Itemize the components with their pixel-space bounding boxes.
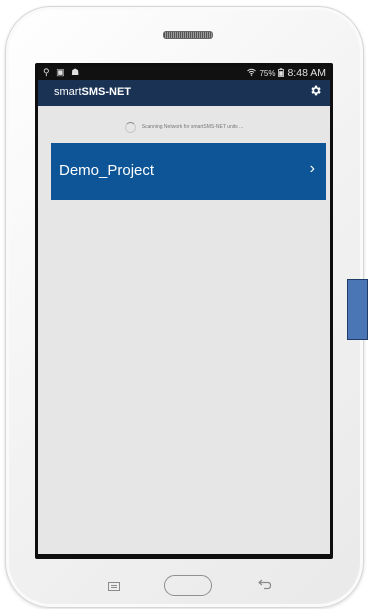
scan-status-text: Scanning Network for smartSMS-NET units … [141,124,244,130]
speaker-grille [163,31,213,39]
side-button[interactable] [347,279,368,340]
scan-status: Scanning Network for smartSMS-NET units … [38,120,330,134]
project-name: Demo_Project [59,162,155,179]
status-left-icons: ⚲ ▣ ☗ [43,67,82,77]
back-key-icon[interactable] [258,578,272,593]
gear-icon[interactable] [309,84,322,100]
app-title-prefix: smart [54,86,82,98]
app-screen: ⚲ ▣ ☗ 75% 8:48 AM smartSMS-NET Scanning … [38,66,330,554]
app-bar: smartSMS-NET [38,80,330,106]
status-bar: ⚲ ▣ ☗ 75% 8:48 AM [38,66,330,80]
wifi-icon [247,68,257,78]
project-item[interactable]: Demo_Project › [51,143,326,200]
status-right: 75% 8:48 AM [247,67,326,79]
clock: 8:48 AM [287,67,326,79]
battery-percentage: 75% [259,68,276,78]
app-title: smartSMS-NET [54,86,131,98]
loading-spinner-icon [124,121,136,133]
battery-icon [278,67,285,79]
app-title-bold: SMS-NET [81,86,132,98]
menu-key-icon[interactable] [108,582,120,591]
home-button[interactable] [164,575,212,596]
chevron-right-icon: › [309,160,315,177]
